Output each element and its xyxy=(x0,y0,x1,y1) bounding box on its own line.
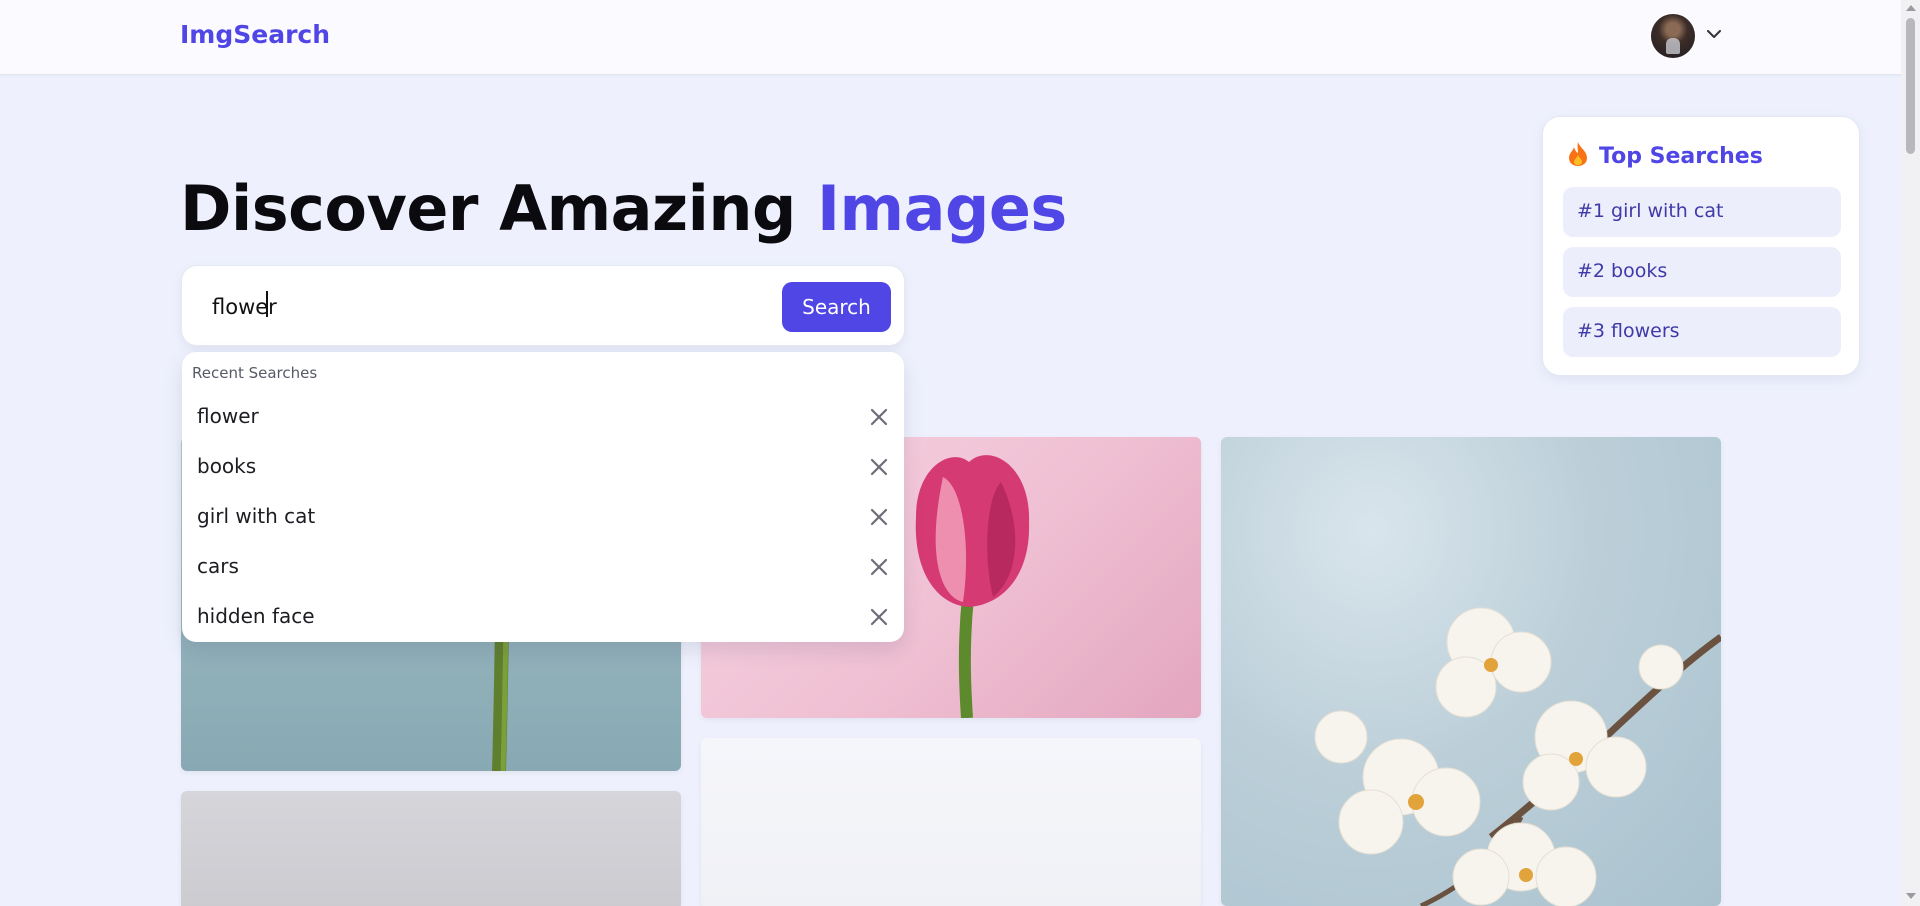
recent-searches-dropdown: Recent Searches flower books girl with c… xyxy=(182,352,904,642)
scroll-thumb[interactable] xyxy=(1906,18,1915,154)
recent-search-item[interactable]: flower xyxy=(182,392,904,442)
top-search-label[interactable]: #1 girl with cat xyxy=(1577,200,1723,222)
top-search-label[interactable]: #2 books xyxy=(1577,260,1667,282)
page-scrollbar[interactable] xyxy=(1901,0,1920,906)
top-nav: ImgSearch xyxy=(0,0,1901,75)
image-card-white-blossoms[interactable] xyxy=(1221,437,1721,906)
close-icon[interactable] xyxy=(868,456,890,478)
recent-search-item[interactable]: girl with cat xyxy=(182,492,904,542)
close-icon[interactable] xyxy=(868,556,890,578)
search-input[interactable] xyxy=(212,290,732,324)
scroll-up-icon[interactable] xyxy=(1906,5,1916,11)
title-main: Discover Amazing xyxy=(180,172,817,245)
top-search-item[interactable]: #3 flowers xyxy=(1563,307,1841,357)
user-avatar[interactable] xyxy=(1651,14,1695,58)
close-icon[interactable] xyxy=(868,406,890,428)
top-searches-panel: Top Searches #1 girl with cat #2 books #… xyxy=(1542,116,1860,376)
recent-search-label[interactable]: cars xyxy=(197,554,239,578)
image-card-white[interactable] xyxy=(701,738,1201,906)
text-caret xyxy=(266,291,268,317)
logo[interactable]: ImgSearch xyxy=(180,20,330,49)
image-card-gray[interactable] xyxy=(181,791,681,906)
recent-search-item[interactable]: books xyxy=(182,442,904,492)
search-bar: Search xyxy=(181,265,905,346)
page-title: Discover Amazing Images xyxy=(180,172,1067,245)
close-icon[interactable] xyxy=(868,606,890,628)
search-button[interactable]: Search xyxy=(782,282,891,332)
top-search-label[interactable]: #3 flowers xyxy=(1577,320,1680,342)
chevron-down-icon[interactable] xyxy=(1704,24,1724,44)
fire-icon xyxy=(1567,141,1589,171)
recent-search-label[interactable]: hidden face xyxy=(197,604,315,628)
recent-search-item[interactable]: cars xyxy=(182,542,904,592)
scroll-down-icon[interactable] xyxy=(1906,893,1916,899)
title-accent: Images xyxy=(816,172,1067,245)
top-search-item[interactable]: #2 books xyxy=(1563,247,1841,297)
recent-searches-heading: Recent Searches xyxy=(192,364,318,382)
top-search-item[interactable]: #1 girl with cat xyxy=(1563,187,1841,237)
recent-search-item[interactable]: hidden face xyxy=(182,592,904,642)
recent-search-label[interactable]: flower xyxy=(197,404,259,428)
recent-search-label[interactable]: girl with cat xyxy=(197,504,315,528)
close-icon[interactable] xyxy=(868,506,890,528)
recent-search-label[interactable]: books xyxy=(197,454,256,478)
top-searches-header: Top Searches xyxy=(1567,141,1763,171)
top-searches-heading: Top Searches xyxy=(1599,143,1763,169)
